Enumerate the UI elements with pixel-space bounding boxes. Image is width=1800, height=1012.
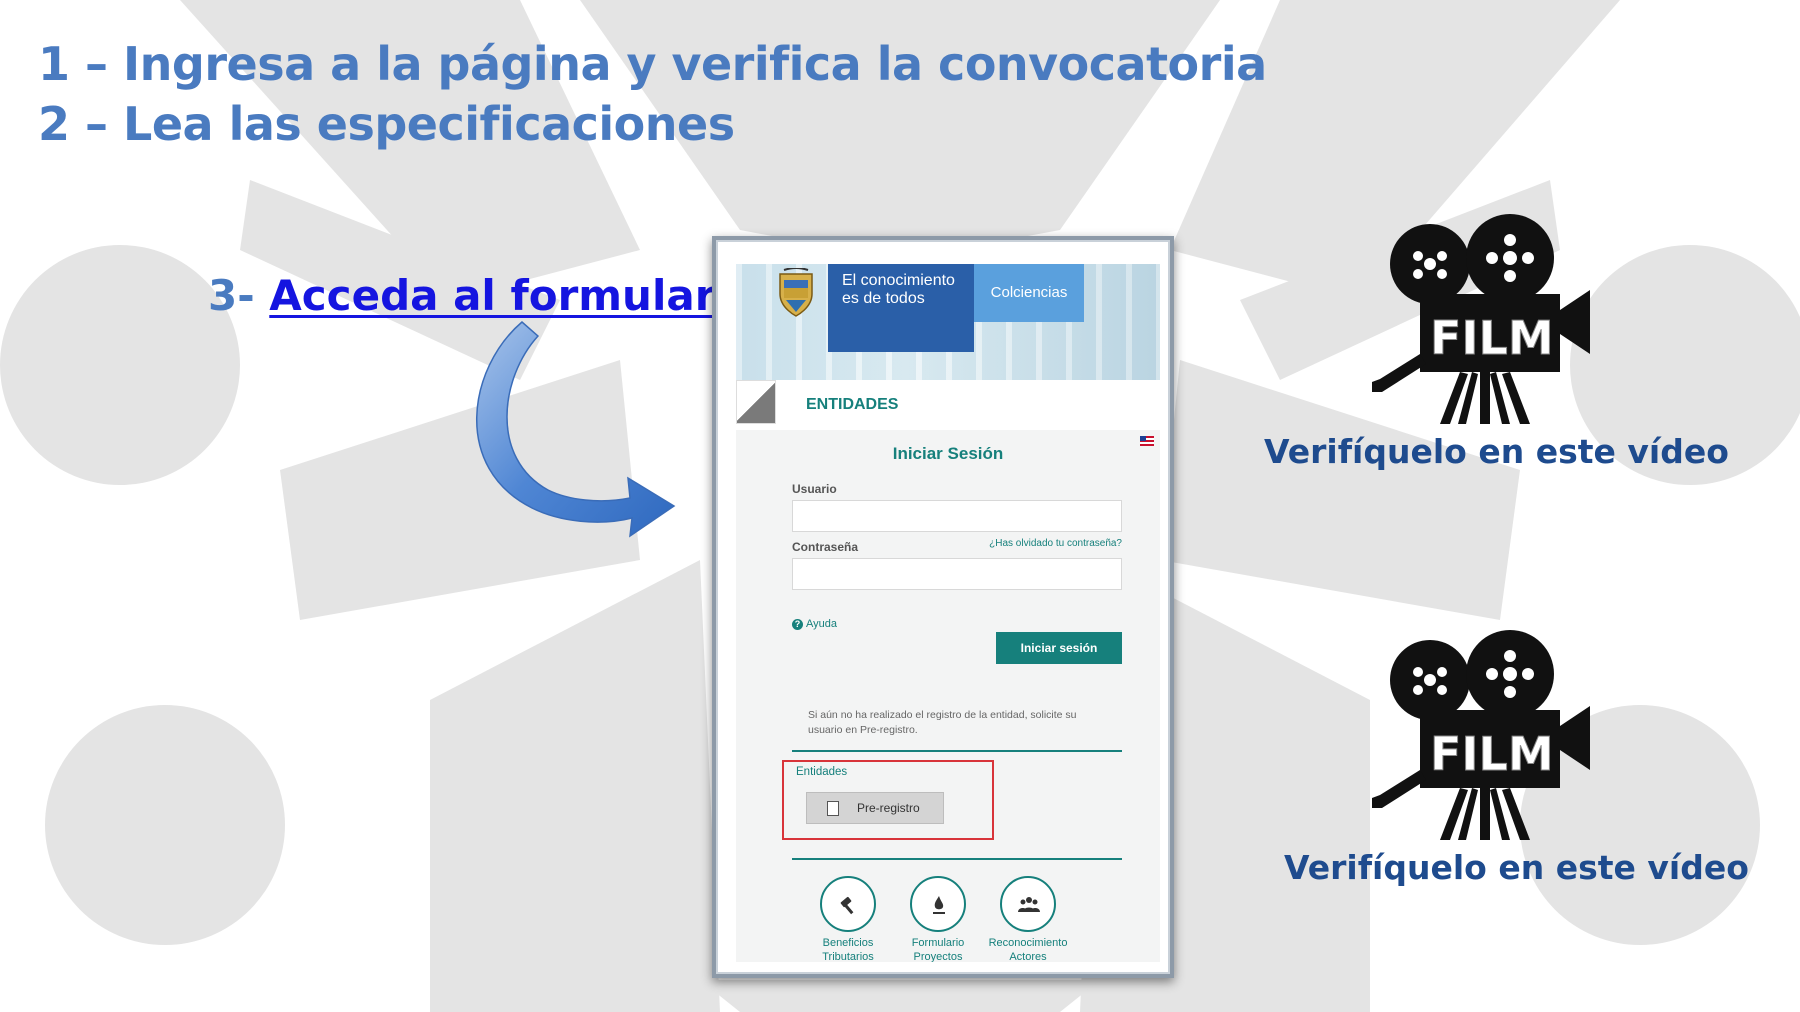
colombia-crest-icon [779, 268, 813, 317]
step-1-heading: 1 – Ingresa a la página y verifica la co… [38, 37, 1267, 91]
film-camera-icon[interactable]: FILM [1370, 630, 1590, 840]
tax-benefits-shortcut[interactable] [820, 876, 876, 932]
password-field[interactable] [792, 558, 1122, 590]
film-camera-icon[interactable]: FILM [1370, 214, 1590, 424]
projects-form-shortcut[interactable] [910, 876, 966, 932]
site-banner: El conocimiento es de todos Colciencias [736, 264, 1160, 380]
government-slogan: El conocimiento es de todos [828, 264, 974, 352]
corner-decoration [736, 380, 776, 424]
preregistration-button[interactable]: Pre-registro [806, 792, 944, 824]
form-access-link[interactable]: Acceda al formulario [269, 271, 758, 320]
document-icon [827, 801, 839, 816]
section-header: ENTIDADES [736, 380, 1160, 430]
tax-benefits-caption: Beneficios Tributarios [822, 937, 874, 962]
flame-icon [933, 896, 945, 914]
step-3-heading: 3- Acceda al formulario [208, 266, 759, 326]
projects-form-caption: Formulario Proyectos [911, 937, 965, 962]
slide: 1 – Ingresa a la página y verifica la co… [0, 0, 1800, 1012]
help-icon: ? [792, 619, 803, 630]
entities-label: Entidades [796, 766, 848, 778]
login-page: El conocimiento es de todos Colciencias … [736, 264, 1160, 962]
login-title: Iniciar Sesión [892, 444, 1004, 463]
forgot-password-link[interactable]: ¿Has olvidado tu contraseña? [989, 538, 1122, 549]
actors-recognition-caption: Reconocimiento Actores [988, 937, 1068, 962]
login-screenshot: El conocimiento es de todos Colciencias … [712, 236, 1174, 978]
section-title: ENTIDADES [806, 396, 899, 413]
preregistration-note: Si aún no ha realizado el registro de la… [808, 709, 1077, 736]
gavel-icon [840, 896, 854, 915]
username-label: Usuario [792, 482, 837, 496]
svg-text:FILM: FILM [1430, 311, 1554, 365]
divider [792, 750, 1122, 752]
step-3-number: 3- [208, 271, 255, 320]
curved-arrow-icon [476, 321, 676, 538]
actors-recognition-shortcut[interactable] [1000, 876, 1056, 932]
divider [792, 858, 1122, 860]
video-link-2[interactable]: Verifíquelo en este vídeo [1284, 848, 1749, 887]
help-link[interactable]: ? Ayuda [792, 618, 837, 630]
username-field[interactable] [792, 500, 1122, 532]
video-link-1[interactable]: Verifíquelo en este vídeo [1264, 432, 1729, 471]
step-2-heading: 2 – Lea las especificaciones [38, 97, 735, 151]
password-label: Contraseña [792, 540, 859, 554]
svg-text:FILM: FILM [1430, 727, 1554, 781]
login-button[interactable]: Iniciar sesión [996, 632, 1122, 664]
colciencias-brand: Colciencias [974, 264, 1084, 322]
group-icon [1018, 897, 1040, 912]
